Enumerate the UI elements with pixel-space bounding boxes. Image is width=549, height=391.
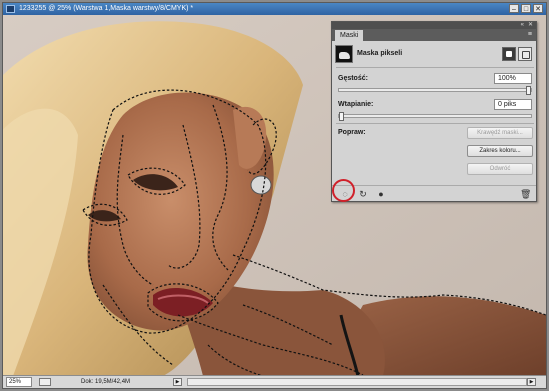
divider [336,123,534,124]
minimize-button[interactable]: – [509,4,519,13]
zoom-field[interactable]: 25% [6,377,32,387]
mask-thumbnail [335,45,353,63]
panel-tab-strip: Maski ≡ [332,29,536,41]
panel-collapse-icon[interactable]: « [521,22,524,29]
apply-mask-icon[interactable]: ↻ [358,189,368,199]
document-title: 1233255 @ 25% (Warstwa 1,Maska warstwy/8… [19,5,194,12]
status-bar: 25% Dok: 19,5M/42,4M ▶ ▶ [3,375,546,388]
refine-label: Popraw: [338,129,366,136]
horizontal-scrollbar[interactable] [187,378,527,386]
panel-menu-icon[interactable]: ≡ [528,30,532,40]
disable-mask-icon[interactable]: ● [376,189,386,199]
feather-slider-thumb[interactable] [339,112,344,121]
tab-masks[interactable]: Maski [335,30,364,41]
feather-label: Wtapianie: [338,101,374,108]
mask-type-label: Maska pikseli [357,50,403,57]
invert-button[interactable]: Odwróć [467,163,533,175]
density-label: Gęstość: [338,75,368,82]
photoshop-doc-icon [6,5,15,13]
feather-input[interactable]: 0 piks [494,99,532,110]
divider [336,67,534,68]
mask-header: Maska pikseli [335,45,533,63]
status-menu-arrow-icon[interactable]: ▶ [173,378,182,386]
panel-close-icon[interactable]: ✕ [528,22,533,29]
highlight-circle [332,179,355,202]
density-slider-thumb[interactable] [526,86,531,95]
mask-edge-button[interactable]: Krawędź maski... [467,127,533,139]
delete-mask-icon[interactable]: 🗑 [520,189,531,199]
panel-footer: ◌ ↻ ● 🗑 [332,185,536,201]
vector-mask-icon[interactable] [518,47,532,61]
feather-slider[interactable] [338,112,532,121]
pixel-mask-icon[interactable] [502,47,516,61]
panel-top-bar[interactable]: « ✕ [332,22,536,29]
document-title-bar[interactable]: 1233255 @ 25% (Warstwa 1,Maska warstwy/8… [3,3,546,15]
zoom-preset-icon[interactable] [39,378,51,386]
color-range-button[interactable]: Zakres koloru... [467,145,533,157]
close-button[interactable]: ✕ [533,4,543,13]
density-slider[interactable] [338,86,532,95]
scroll-right-icon[interactable]: ▶ [527,378,536,386]
masks-panel: « ✕ Maski ≡ Maska pikseli Gęstość: 100% … [331,21,537,202]
document-info: Dok: 19,5M/42,4M [81,379,131,385]
maximize-button[interactable]: □ [521,4,531,13]
density-input[interactable]: 100% [494,73,532,84]
